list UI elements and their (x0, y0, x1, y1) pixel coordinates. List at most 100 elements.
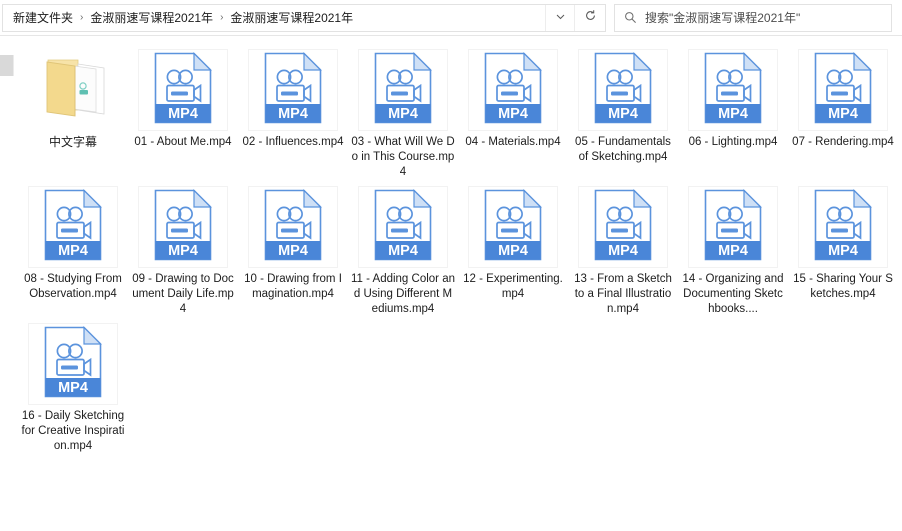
list-item[interactable]: MP4 10 - Drawing from Imagination.mp4 (238, 180, 348, 317)
svg-text:MP4: MP4 (58, 243, 88, 259)
item-icon[interactable]: MP4 (248, 186, 338, 268)
breadcrumb-separator-icon: › (220, 11, 224, 23)
item-icon[interactable]: MP4 (358, 186, 448, 268)
folder-open-icon (34, 52, 112, 129)
breadcrumb[interactable]: 新建文件夹 › 金淑丽速写课程2021年 › 金淑丽速写课程2021年 (3, 5, 545, 31)
item-icon[interactable]: MP4 (688, 49, 778, 131)
refresh-button[interactable] (574, 4, 605, 31)
list-item[interactable]: MP4 15 - Sharing Your Sketches.mp4 (788, 180, 898, 317)
list-item[interactable]: MP4 11 - Adding Color and Using Differen… (348, 180, 458, 317)
file-list-view: 中文字幕 MP4 01 - About Me.mp4 MP4 02 - Infl… (0, 37, 902, 531)
svg-text:MP4: MP4 (828, 106, 858, 122)
item-label: 03 - What Will We Do in This Course.mp4 (351, 136, 455, 178)
file-grid: 中文字幕 MP4 01 - About Me.mp4 MP4 02 - Infl… (18, 43, 902, 454)
list-item[interactable]: MP4 01 - About Me.mp4 (128, 43, 238, 180)
list-item[interactable]: MP4 06 - Lighting.mp4 (678, 43, 788, 180)
svg-text:MP4: MP4 (498, 106, 528, 122)
item-label: 07 - Rendering.mp4 (792, 136, 894, 148)
item-label: 16 - Daily Sketching for Creative Inspir… (21, 410, 125, 452)
item-icon[interactable]: MP4 (28, 186, 118, 268)
mp4-file-icon: MP4 (264, 51, 322, 129)
mp4-file-icon: MP4 (704, 188, 762, 266)
refresh-icon (584, 9, 597, 27)
svg-text:MP4: MP4 (718, 243, 748, 259)
item-label: 14 - Organizing and Documenting Sketchbo… (682, 273, 784, 315)
svg-text:MP4: MP4 (278, 106, 308, 122)
item-icon[interactable]: MP4 (138, 186, 228, 268)
item-label: 02 - Influences.mp4 (242, 136, 344, 148)
item-icon[interactable]: MP4 (578, 49, 668, 131)
address-toolbar: 新建文件夹 › 金淑丽速写课程2021年 › 金淑丽速写课程2021年 (0, 0, 902, 36)
list-item[interactable]: MP4 08 - Studying From Observation.mp4 (18, 180, 128, 317)
item-label: 01 - About Me.mp4 (134, 136, 232, 148)
svg-text:MP4: MP4 (388, 243, 418, 259)
breadcrumb-segment-2[interactable]: 金淑丽速写课程2021年 (86, 8, 217, 28)
chevron-down-icon (555, 9, 566, 27)
address-history-dropdown-button[interactable] (545, 4, 574, 31)
svg-text:MP4: MP4 (168, 243, 198, 259)
list-item[interactable]: MP4 02 - Influences.mp4 (238, 43, 348, 180)
item-label: 13 - From a Sketch to a Final Illustrati… (574, 273, 672, 315)
list-item[interactable]: MP4 03 - What Will We Do in This Course.… (348, 43, 458, 180)
mp4-file-icon: MP4 (374, 188, 432, 266)
list-item[interactable]: MP4 16 - Daily Sketching for Creative In… (18, 317, 128, 454)
mp4-file-icon: MP4 (704, 51, 762, 129)
svg-text:MP4: MP4 (58, 380, 88, 396)
navigation-pane-edge[interactable] (0, 55, 14, 76)
item-icon[interactable] (28, 49, 118, 131)
svg-text:MP4: MP4 (278, 243, 308, 259)
item-label: 11 - Adding Color and Using Different Me… (351, 273, 455, 315)
item-label: 10 - Drawing from Imagination.mp4 (244, 273, 342, 300)
svg-text:MP4: MP4 (608, 243, 638, 259)
list-item[interactable]: MP4 14 - Organizing and Documenting Sket… (678, 180, 788, 317)
list-item[interactable]: MP4 09 - Drawing to Document Daily Life.… (128, 180, 238, 317)
list-item[interactable]: MP4 04 - Materials.mp4 (458, 43, 568, 180)
breadcrumb-segment-3[interactable]: 金淑丽速写课程2021年 (226, 8, 357, 28)
item-icon[interactable]: MP4 (798, 49, 888, 131)
item-label: 05 - Fundamentals of Sketching.mp4 (575, 136, 671, 163)
mp4-file-icon: MP4 (484, 188, 542, 266)
mp4-file-icon: MP4 (484, 51, 542, 129)
search-input[interactable] (645, 10, 891, 25)
list-item[interactable]: 中文字幕 (18, 43, 128, 180)
item-label: 15 - Sharing Your Sketches.mp4 (793, 273, 893, 300)
breadcrumb-separator-icon: › (80, 11, 84, 23)
mp4-file-icon: MP4 (374, 51, 432, 129)
mp4-file-icon: MP4 (44, 325, 102, 403)
item-icon[interactable]: MP4 (358, 49, 448, 131)
item-label: 04 - Materials.mp4 (465, 136, 561, 148)
list-item[interactable]: MP4 07 - Rendering.mp4 (788, 43, 898, 180)
item-icon[interactable]: MP4 (468, 49, 558, 131)
breadcrumb-segment-1[interactable]: 新建文件夹 (9, 8, 77, 28)
item-label: 09 - Drawing to Document Daily Life.mp4 (132, 273, 234, 315)
item-icon[interactable]: MP4 (688, 186, 778, 268)
mp4-file-icon: MP4 (154, 51, 212, 129)
mp4-file-icon: MP4 (814, 188, 872, 266)
svg-text:MP4: MP4 (388, 106, 418, 122)
svg-text:MP4: MP4 (718, 106, 748, 122)
mp4-file-icon: MP4 (154, 188, 212, 266)
item-icon[interactable]: MP4 (28, 323, 118, 405)
mp4-file-icon: MP4 (814, 51, 872, 129)
mp4-file-icon: MP4 (594, 188, 652, 266)
item-icon[interactable]: MP4 (248, 49, 338, 131)
item-icon[interactable]: MP4 (798, 186, 888, 268)
item-icon[interactable]: MP4 (578, 186, 668, 268)
list-item[interactable]: MP4 12 - Experimenting.mp4 (458, 180, 568, 317)
address-bar[interactable]: 新建文件夹 › 金淑丽速写课程2021年 › 金淑丽速写课程2021年 (2, 3, 606, 32)
svg-text:MP4: MP4 (828, 243, 858, 259)
mp4-file-icon: MP4 (264, 188, 322, 266)
item-label: 中文字幕 (48, 135, 97, 149)
item-label: 06 - Lighting.mp4 (688, 136, 778, 148)
item-label: 12 - Experimenting.mp4 (463, 273, 563, 300)
list-item[interactable]: MP4 13 - From a Sketch to a Final Illust… (568, 180, 678, 317)
search-box[interactable] (614, 3, 892, 32)
list-item[interactable]: MP4 05 - Fundamentals of Sketching.mp4 (568, 43, 678, 180)
svg-text:MP4: MP4 (608, 106, 638, 122)
mp4-file-icon: MP4 (594, 51, 652, 129)
item-icon[interactable]: MP4 (138, 49, 228, 131)
svg-text:MP4: MP4 (498, 243, 528, 259)
item-icon[interactable]: MP4 (468, 186, 558, 268)
search-icon (615, 11, 645, 24)
mp4-file-icon: MP4 (44, 188, 102, 266)
